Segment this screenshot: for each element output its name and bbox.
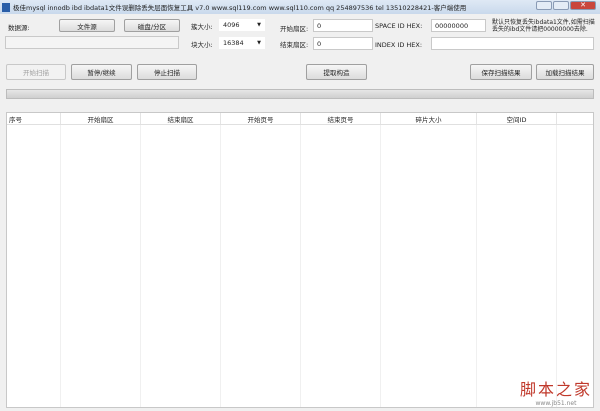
window-title: 极佳mysql innodb ibd ibdata1文件误删除丢失层面恢复工具 … bbox=[13, 4, 467, 12]
column-header-end-page[interactable]: 结束页号 bbox=[301, 113, 381, 124]
hint-note: 默认只恢复丢失ibdata1文件,如需扫描丢失的ibd文件请把00000000去… bbox=[492, 19, 595, 33]
watermark-url: www.jb51.net bbox=[535, 400, 577, 407]
column-header-start-page[interactable]: 开始页号 bbox=[221, 113, 301, 124]
start-sector-input[interactable]: 0 bbox=[313, 19, 373, 32]
column-gridlines bbox=[7, 125, 593, 407]
results-table[interactable]: 序号 开始扇区 结束扇区 开始页号 结束页号 碎片大小 空间ID bbox=[6, 112, 594, 408]
source-path-field[interactable] bbox=[5, 36, 179, 49]
extract-structure-button[interactable]: 提取构造 bbox=[306, 64, 367, 80]
table-header: 序号 开始扇区 结束扇区 开始页号 结束页号 碎片大小 空间ID bbox=[7, 113, 593, 125]
block-size-label: 块大小: bbox=[191, 41, 213, 49]
maximize-button[interactable] bbox=[553, 1, 569, 10]
end-sector-label: 结束扇区: bbox=[280, 41, 309, 49]
title-bar: 极佳mysql innodb ibd ibdata1文件误删除丢失层面恢复工具 … bbox=[0, 0, 600, 14]
cluster-size-label: 簇大小: bbox=[191, 23, 213, 31]
file-source-button[interactable]: 文件源 bbox=[59, 19, 115, 32]
scan-progress-bar bbox=[6, 89, 594, 99]
column-header-space-id[interactable]: 空间ID bbox=[477, 113, 557, 124]
column-header-fragment-size[interactable]: 碎片大小 bbox=[381, 113, 477, 124]
disk-partition-button[interactable]: 磁盘/分区 bbox=[124, 19, 180, 32]
cluster-size-value: 4096 bbox=[223, 21, 240, 29]
column-header-start-sector[interactable]: 开始扇区 bbox=[61, 113, 141, 124]
watermark: 脚本之家 www.jb51.net bbox=[520, 376, 592, 407]
close-button[interactable]: ✕ bbox=[570, 1, 596, 10]
source-label: 数据源: bbox=[8, 24, 30, 32]
start-sector-label: 开始扇区: bbox=[280, 25, 309, 33]
stop-scan-button[interactable]: 停止扫描 bbox=[137, 64, 197, 80]
space-id-label: SPACE ID HEX: bbox=[375, 22, 423, 30]
column-header-index[interactable]: 序号 bbox=[7, 113, 61, 124]
minimize-button[interactable] bbox=[536, 1, 552, 10]
watermark-text: 脚本之家 bbox=[519, 380, 592, 399]
save-results-button[interactable]: 保存扫描结果 bbox=[470, 64, 532, 80]
space-id-input[interactable]: 00000000 bbox=[431, 19, 486, 32]
app-icon bbox=[2, 2, 10, 12]
index-id-input[interactable] bbox=[431, 37, 594, 50]
chevron-down-icon: ▼ bbox=[257, 40, 261, 46]
chevron-down-icon: ▼ bbox=[257, 22, 261, 28]
end-sector-input[interactable]: 0 bbox=[313, 37, 373, 50]
pause-resume-button[interactable]: 暂停/继续 bbox=[71, 64, 132, 80]
block-size-value: 16384 bbox=[223, 39, 244, 47]
column-header-end-sector[interactable]: 结束扇区 bbox=[141, 113, 221, 124]
load-results-button[interactable]: 加载扫描结果 bbox=[536, 64, 594, 80]
cluster-size-select[interactable]: 4096 ▼ bbox=[219, 19, 265, 31]
block-size-select[interactable]: 16384 ▼ bbox=[219, 37, 265, 49]
index-id-label: INDEX ID HEX: bbox=[375, 41, 423, 49]
start-scan-button[interactable]: 开始扫描 bbox=[6, 64, 66, 80]
